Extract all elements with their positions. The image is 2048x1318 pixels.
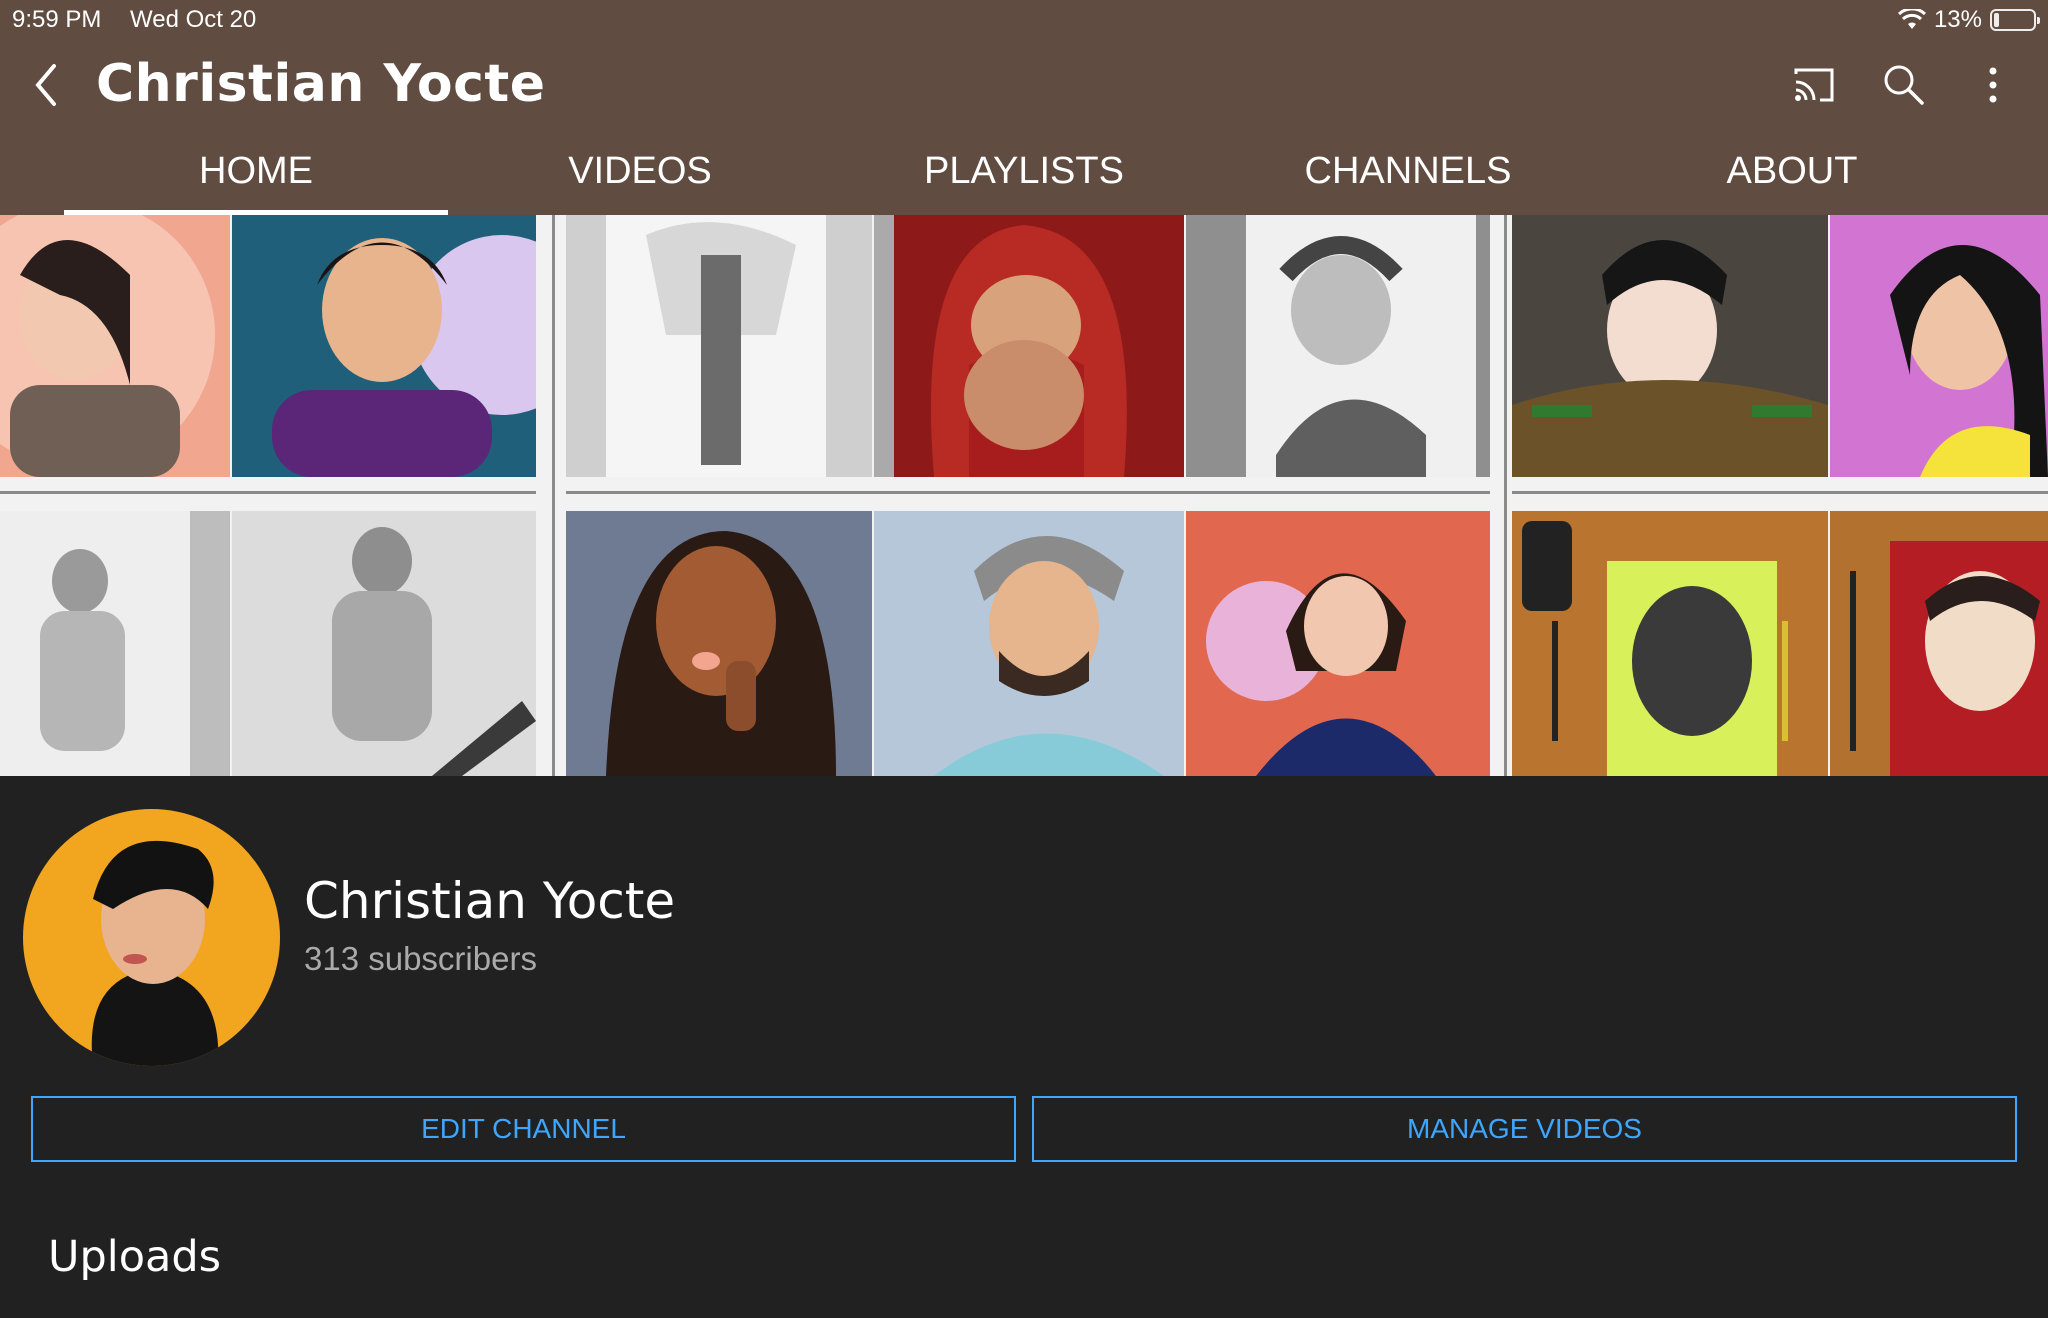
tab-playlists[interactable]: PLAYLISTS [832, 140, 1216, 215]
battery-icon [1990, 9, 2040, 31]
banner-divider-v-1-line [552, 215, 555, 776]
search-icon[interactable] [1878, 60, 1928, 110]
youtube-channel-page: 9:59 PM Wed Oct 20 13% Christian Yocte H… [0, 0, 2048, 1318]
channel-tabs: HOME VIDEOS PLAYLISTS CHANNELS ABOUT [0, 140, 2048, 215]
banner-art-pencil-portrait-1 [1512, 511, 1828, 776]
status-date: Wed Oct 20 [130, 6, 257, 33]
banner-art-bearded-man [874, 511, 1184, 776]
banner-divider-v-2-line [1504, 215, 1507, 776]
banner-art-soldier [1512, 215, 1828, 477]
subscriber-count: 313 subscribers [304, 940, 537, 977]
battery-fill [1994, 13, 1999, 27]
status-time: 9:59 PM [12, 6, 102, 33]
banner-art-dark-woman [566, 511, 872, 776]
avatar[interactable] [23, 809, 280, 1066]
tab-videos[interactable]: VIDEOS [448, 140, 832, 215]
tab-channels[interactable]: CHANNELS [1216, 140, 1600, 215]
manage-videos-button[interactable]: MANAGE VIDEOS [1032, 1096, 2017, 1162]
banner-divider-v-2 [1490, 215, 1512, 776]
banner-art-baby-sketch [1186, 215, 1490, 477]
tab-about[interactable]: ABOUT [1600, 140, 1984, 215]
tab-home[interactable]: HOME [64, 140, 448, 215]
banner-divider-h [0, 477, 2048, 511]
banner-divider-v-1 [536, 215, 566, 776]
banner-art-purple-girl [232, 215, 536, 477]
channel-header: 9:59 PM Wed Oct 20 13% Christian Yocte H… [0, 0, 2048, 215]
channel-name: Christian Yocte [304, 872, 676, 930]
more-vert-icon[interactable] [1968, 60, 2018, 110]
back-icon[interactable] [28, 60, 68, 110]
cast-icon[interactable] [1790, 60, 1840, 110]
battery-percent: 13% [1933, 6, 1982, 33]
uploads-heading: Uploads [48, 1232, 222, 1282]
banner-art-girl-portrait [0, 215, 230, 477]
status-right: 13% [1897, 6, 2040, 34]
channel-banner [0, 215, 2048, 776]
banner-art-pink-woman [1830, 215, 2048, 477]
page-title: Christian Yocte [96, 54, 546, 114]
banner-art-girl-blue-dress [1186, 511, 1490, 776]
status-bar: 9:59 PM Wed Oct 20 13% [0, 0, 2048, 40]
title-row: Christian Yocte [0, 50, 2048, 120]
banner-art-red-hood [874, 215, 1184, 477]
banner-art-male-sketch-1 [0, 511, 230, 776]
edit-channel-button[interactable]: EDIT CHANNEL [31, 1096, 1016, 1162]
wifi-icon [1897, 9, 1926, 29]
banner-art-pencil-portrait-2 [1830, 511, 2048, 776]
banner-divider-h-line [0, 491, 2048, 494]
banner-art-male-sketch-2 [232, 511, 536, 776]
banner-art-angel-sketch [566, 215, 872, 477]
